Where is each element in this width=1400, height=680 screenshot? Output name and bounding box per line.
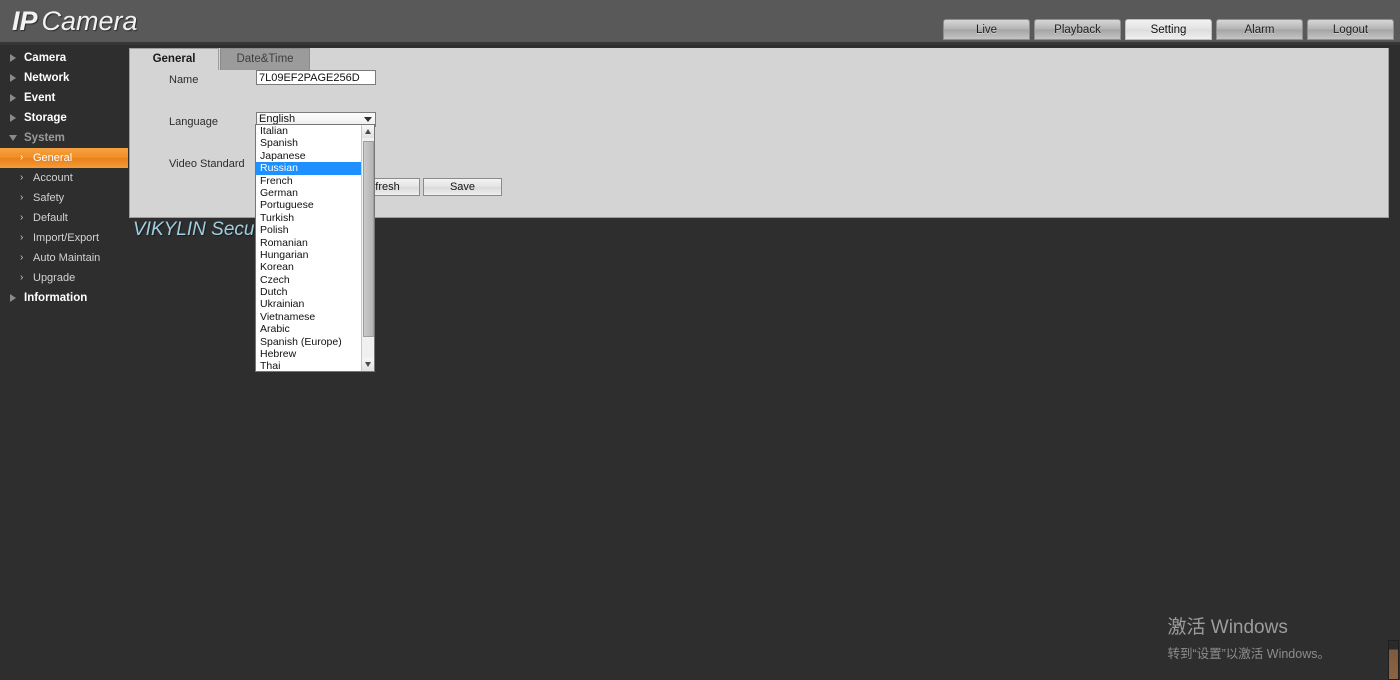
scrollbar-thumb[interactable]	[363, 141, 374, 337]
language-option-list: Italian Spanish Japanese Russian French Germa…	[256, 125, 363, 371]
windows-activation-title: 激活 Windows	[1167, 617, 1288, 638]
language-option[interactable]: French	[256, 175, 363, 187]
language-option[interactable]: German	[256, 187, 363, 199]
language-option[interactable]: Dutch	[256, 286, 363, 298]
page-scrollbar[interactable]	[1388, 640, 1399, 680]
language-option[interactable]: Korean	[256, 261, 363, 273]
triangle-right-icon	[10, 74, 16, 82]
chevron-right-icon: ›	[20, 272, 24, 283]
chevron-right-icon: ›	[20, 192, 24, 203]
windows-activation-subtitle: 转到“设置”以激活 Windows。	[1167, 647, 1330, 661]
form-row-name: Name	[130, 70, 1388, 91]
sidebar-group-network[interactable]: Network	[0, 68, 128, 88]
language-option[interactable]: Czech	[256, 274, 363, 286]
logo-text-ip: IP	[12, 6, 38, 36]
language-option[interactable]: Turkish	[256, 212, 363, 224]
sidebar-item-label: General	[33, 152, 73, 164]
name-label: Name	[169, 74, 199, 86]
sidebar-item-label: Upgrade	[33, 272, 76, 284]
sidebar-group-label: Event	[24, 92, 56, 104]
nav-tab-live[interactable]: Live	[943, 19, 1030, 40]
language-option[interactable]: Polish	[256, 224, 363, 236]
sidebar-item-label: Account	[33, 172, 73, 184]
windows-activation-watermark: 激活 Windows 转到“设置”以激活 Windows。	[1167, 612, 1330, 662]
triangle-right-icon	[10, 94, 16, 102]
sidebar-group-event[interactable]: Event	[0, 88, 128, 108]
settings-tabstrip: General Date&Time	[129, 48, 310, 70]
sidebar-item-label: Safety	[33, 192, 65, 204]
sidebar-group-system[interactable]: System	[0, 128, 128, 148]
sidebar-item-label: Auto Maintain	[33, 252, 101, 264]
language-option[interactable]: Italian	[256, 125, 363, 137]
language-option[interactable]: Arabic	[256, 323, 363, 335]
language-option[interactable]: Vietnamese	[256, 311, 363, 323]
sidebar-group-label: System	[24, 132, 65, 144]
name-input[interactable]	[256, 70, 376, 85]
language-option[interactable]: Hebrew	[256, 348, 363, 360]
chevron-right-icon: ›	[20, 212, 24, 223]
language-option[interactable]: Spanish	[256, 137, 363, 149]
sidebar-item-import-export[interactable]: › Import/Export	[0, 228, 128, 248]
chevron-down-icon	[364, 117, 372, 122]
tab-general[interactable]: General	[129, 48, 219, 70]
chevron-right-icon: ›	[20, 232, 24, 243]
language-option[interactable]: Romanian	[256, 237, 363, 249]
triangle-right-icon	[10, 114, 16, 122]
app-logo: IP Camera	[12, 6, 138, 37]
language-option[interactable]: Portuguese	[256, 199, 363, 211]
chevron-right-icon: ›	[20, 172, 24, 183]
sidebar-item-upgrade[interactable]: › Upgrade	[0, 268, 128, 288]
nav-tab-alarm[interactable]: Alarm	[1216, 19, 1303, 40]
video-standard-label: Video Standard	[169, 158, 245, 170]
chevron-right-icon: ›	[20, 152, 24, 163]
sidebar-item-label: Import/Export	[33, 232, 100, 244]
sidebar-group-storage[interactable]: Storage	[0, 108, 128, 128]
dropdown-scrollbar[interactable]	[361, 125, 374, 371]
logo-text-camera: Camera	[41, 6, 138, 36]
top-nav-tabs: Live Playback Setting Alarm Logout	[943, 19, 1394, 40]
sidebar-group-label: Storage	[24, 112, 67, 124]
triangle-down-icon	[9, 135, 17, 141]
sidebar-group-camera[interactable]: Camera	[0, 48, 128, 68]
sidebar-item-safety[interactable]: › Safety	[0, 188, 128, 208]
language-option[interactable]: Russian	[256, 162, 363, 175]
scroll-down-arrow-icon[interactable]	[362, 358, 374, 371]
sidebar-group-label: Information	[24, 292, 88, 304]
app-header: IP Camera Live Playback Setting Alarm Logout	[0, 0, 1400, 45]
triangle-right-icon	[10, 294, 16, 302]
nav-tab-logout[interactable]: Logout	[1307, 19, 1394, 40]
scroll-up-arrow-icon[interactable]	[362, 125, 374, 138]
sidebar-group-label: Network	[24, 72, 70, 84]
language-option[interactable]: Spanish (Europe)	[256, 336, 363, 348]
nav-tab-setting[interactable]: Setting	[1125, 19, 1212, 40]
chevron-right-icon: ›	[20, 252, 24, 263]
sidebar-item-default[interactable]: › Default	[0, 208, 128, 228]
sidebar-item-auto-maintain[interactable]: › Auto Maintain	[0, 248, 128, 268]
language-option[interactable]: Japanese	[256, 150, 363, 162]
nav-tab-playback[interactable]: Playback	[1034, 19, 1121, 40]
sidebar-item-label: Default	[33, 212, 68, 224]
language-label: Language	[169, 116, 218, 128]
language-dropdown-list[interactable]: Italian Spanish Japanese Russian French Germa…	[255, 124, 375, 372]
triangle-right-icon	[10, 54, 16, 62]
language-option[interactable]: Ukrainian	[256, 298, 363, 310]
save-button[interactable]: Save	[423, 178, 502, 196]
sidebar-group-label: Camera	[24, 52, 67, 64]
sidebar-item-general[interactable]: › General	[0, 148, 128, 168]
tab-date-time[interactable]: Date&Time	[220, 48, 310, 70]
sidebar-group-information[interactable]: Information	[0, 288, 128, 308]
language-option[interactable]: Hungarian	[256, 249, 363, 261]
sidebar-item-account[interactable]: › Account	[0, 168, 128, 188]
sidebar-nav: Camera Network Event Storage System › General ›…	[0, 48, 128, 680]
language-option[interactable]: Thai	[256, 360, 363, 371]
